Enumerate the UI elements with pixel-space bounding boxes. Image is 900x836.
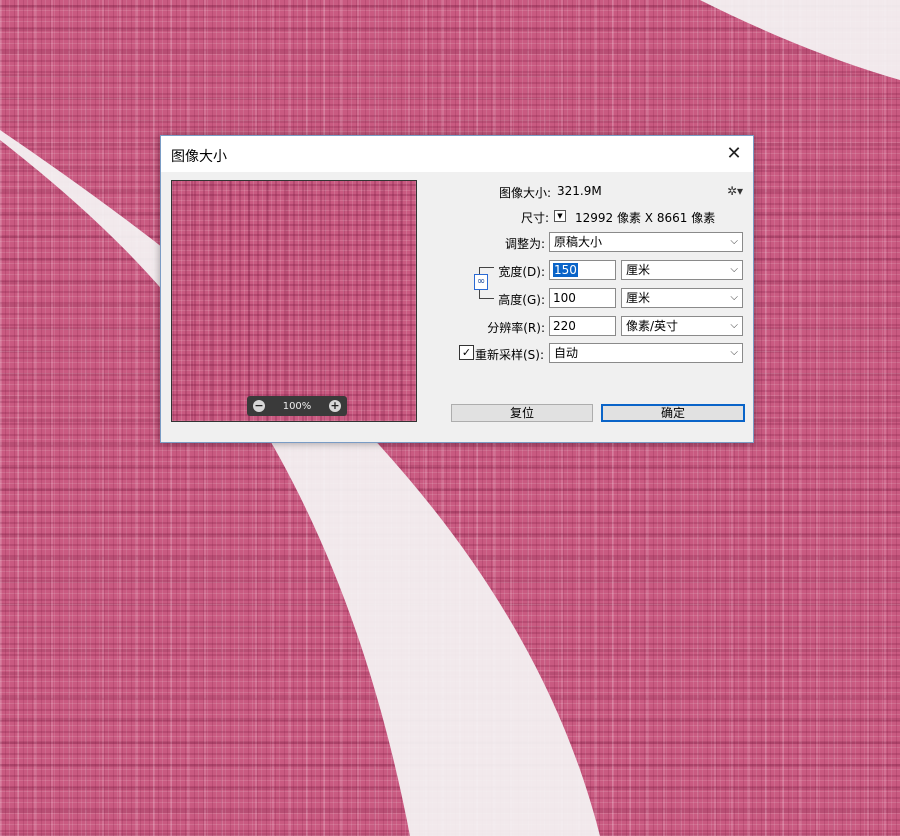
- width-label: 宽度(D):: [498, 265, 545, 279]
- height-value: 100: [553, 291, 576, 305]
- close-icon[interactable]: ✕: [721, 142, 747, 166]
- reset-button[interactable]: 复位: [451, 404, 593, 422]
- chevron-down-icon: ⌵: [730, 236, 738, 247]
- image-size-value: 321.9M: [557, 184, 602, 198]
- dimensions-label: 尺寸:: [520, 211, 549, 225]
- width-input[interactable]: 150: [549, 260, 616, 280]
- width-value: 150: [553, 263, 578, 277]
- resolution-input[interactable]: 220: [549, 316, 616, 336]
- resolution-unit-select[interactable]: 像素/英寸 ⌵: [621, 316, 743, 336]
- height-input[interactable]: 100: [549, 288, 616, 308]
- resample-checkbox[interactable]: ✓: [459, 345, 474, 360]
- resolution-unit-value: 像素/英寸: [626, 319, 679, 333]
- gear-icon[interactable]: ✲▾: [727, 184, 743, 198]
- resolution-value: 220: [553, 319, 576, 333]
- resample-label: 重新采样(S):: [475, 348, 545, 362]
- resolution-label: 分辨率(R):: [487, 321, 545, 335]
- zoom-in-icon[interactable]: +: [329, 400, 341, 412]
- height-unit-value: 厘米: [626, 291, 651, 305]
- image-size-label: 图像大小:: [498, 186, 551, 200]
- dimensions-unit-dropdown-icon[interactable]: ▼: [554, 210, 566, 222]
- resample-select[interactable]: 自动 ⌵: [549, 343, 743, 363]
- zoom-level: 100%: [282, 400, 312, 412]
- fit-to-select[interactable]: 原稿大小 ⌵: [549, 232, 743, 252]
- chevron-down-icon: ⌵: [730, 347, 738, 358]
- dimensions-value: 12992 像素 X 8661 像素: [575, 211, 716, 225]
- height-unit-select[interactable]: 厘米 ⌵: [621, 288, 743, 308]
- dialog-title: 图像大小: [171, 149, 227, 165]
- chevron-down-icon: ⌵: [730, 264, 738, 275]
- zoom-out-icon[interactable]: −: [253, 400, 265, 412]
- fit-to-label: 调整为:: [504, 237, 545, 251]
- fit-to-value: 原稿大小: [554, 235, 603, 249]
- ok-button[interactable]: 确定: [601, 404, 745, 422]
- width-unit-value: 厘米: [626, 263, 651, 277]
- resample-value: 自动: [554, 346, 579, 360]
- image-size-dialog: 图像大小 ✕ − 100% + 图像大小: 321.9M ✲▾ 尺寸: ▼ 12…: [160, 135, 754, 443]
- width-unit-select[interactable]: 厘米 ⌵: [621, 260, 743, 280]
- preview-zoom-bar: − 100% +: [247, 396, 347, 416]
- image-preview[interactable]: − 100% +: [171, 180, 417, 422]
- chevron-down-icon: ⌵: [730, 292, 738, 303]
- chevron-down-icon: ⌵: [730, 320, 738, 331]
- height-label: 高度(G):: [498, 293, 545, 307]
- dialog-titlebar: 图像大小 ✕: [161, 136, 753, 172]
